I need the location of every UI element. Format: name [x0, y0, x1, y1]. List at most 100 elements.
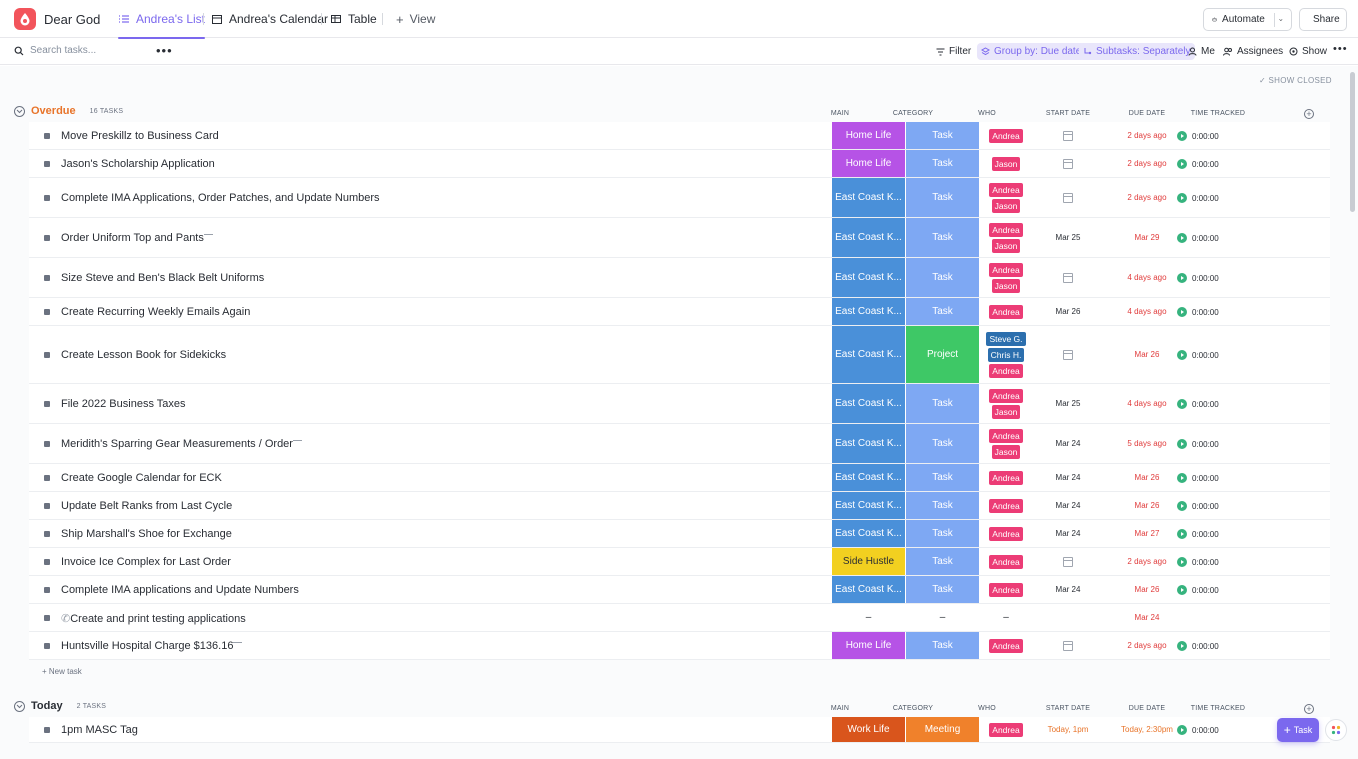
time-tracked[interactable]: 0:00:00	[1177, 641, 1219, 651]
assignee-tag[interactable]: Jason	[991, 198, 1021, 213]
due-date[interactable]: 4 days ago	[1107, 307, 1187, 316]
task-name[interactable]: Size Steve and Ben's Black Belt Uniforms	[61, 272, 264, 284]
subtasks-button[interactable]: Subtasks: Separately	[1079, 43, 1195, 60]
task-name[interactable]: Create Lesson Book for Sidekicks	[61, 349, 226, 361]
tab-andreas-calendar[interactable]: Andrea's Calendar	[211, 0, 328, 38]
category-field-empty[interactable]: –	[906, 612, 979, 623]
due-date[interactable]: 2 days ago	[1107, 131, 1187, 140]
task-status-icon[interactable]	[44, 475, 50, 481]
assignee-cell[interactable]: Andrea	[986, 548, 1026, 575]
assignee-tag[interactable]: Jason	[991, 404, 1021, 419]
assignee-tag[interactable]: Steve G.	[986, 331, 1026, 346]
column-header-time-tracked[interactable]: TIME TRACKED	[1178, 705, 1258, 712]
time-tracked[interactable]: 0:00:00	[1177, 131, 1219, 141]
show-closed-button[interactable]: ✓ SHOW CLOSED	[1259, 76, 1332, 85]
task-name[interactable]: Jason's Scholarship Application	[61, 158, 215, 170]
share-button[interactable]: Share	[1299, 8, 1347, 31]
apps-icon[interactable]	[1325, 719, 1347, 741]
assignee-cell[interactable]: Andrea	[986, 492, 1026, 519]
assignee-tag[interactable]: Andrea	[989, 304, 1023, 319]
assignee-tag[interactable]: Andrea	[989, 262, 1023, 277]
time-tracked[interactable]: 0:00:00	[1177, 233, 1219, 243]
category-field-cell[interactable]: Meeting	[906, 717, 979, 742]
time-tracked[interactable]: 0:00:00	[1177, 557, 1219, 567]
scrollbar[interactable]	[1350, 72, 1355, 212]
time-tracked[interactable]: 0:00:00	[1177, 159, 1219, 169]
assignee-cell[interactable]: Andrea	[986, 520, 1026, 547]
toolbar-more-icon[interactable]: •••	[1333, 43, 1348, 55]
assignee-cell[interactable]: Steve G. Chris H. Andrea	[986, 326, 1026, 383]
task-name[interactable]: Update Belt Ranks from Last Cycle	[61, 500, 232, 512]
main-field-cell[interactable]: East Coast K...	[832, 520, 905, 547]
assignee-empty[interactable]: –	[1003, 612, 1009, 623]
column-header-due-date[interactable]: DUE DATE	[1117, 110, 1177, 117]
column-header-start-date[interactable]: START DATE	[1038, 110, 1098, 117]
assignee-tag[interactable]: Jason	[991, 278, 1021, 293]
assignee-cell[interactable]: Andrea Jason	[986, 218, 1026, 257]
start-date[interactable]: Mar 24	[1038, 529, 1098, 538]
main-field-cell[interactable]: East Coast K...	[832, 424, 905, 463]
time-tracked[interactable]: 0:00:00	[1177, 307, 1219, 317]
workspace-title[interactable]: Dear God	[44, 12, 100, 27]
group-by-button[interactable]: Group by: Due date	[977, 43, 1086, 60]
play-icon[interactable]	[1177, 307, 1187, 317]
calendar-icon[interactable]	[1063, 193, 1073, 203]
add-view-button[interactable]: + View	[396, 0, 435, 38]
main-field-cell[interactable]: Work Life	[832, 717, 905, 742]
play-icon[interactable]	[1177, 439, 1187, 449]
assignee-tag[interactable]: Andrea	[989, 470, 1023, 485]
due-date[interactable]: Mar 24	[1107, 613, 1187, 622]
play-icon[interactable]	[1177, 585, 1187, 595]
due-date[interactable]: 4 days ago	[1107, 399, 1187, 408]
task-status-icon[interactable]	[44, 235, 50, 241]
main-field-cell[interactable]: Home Life	[832, 150, 905, 177]
task-name[interactable]: Huntsville Hospital Charge $136.16	[61, 640, 233, 652]
add-column-icon[interactable]: +	[1304, 704, 1314, 714]
collapse-toggle-icon[interactable]	[14, 105, 25, 117]
task-status-icon[interactable]	[44, 559, 50, 565]
category-field-cell[interactable]: Task	[906, 548, 979, 575]
task-status-icon[interactable]	[44, 503, 50, 509]
task-name[interactable]: ✆Create and print testing applications	[61, 612, 246, 625]
add-task-fab[interactable]: + Task	[1277, 718, 1319, 742]
task-name[interactable]: Complete IMA applications and Update Num…	[61, 584, 299, 596]
time-tracked[interactable]: 0:00:00	[1177, 439, 1219, 449]
task-status-icon[interactable]	[44, 615, 50, 621]
due-date[interactable]: Mar 29	[1107, 233, 1187, 242]
task-status-icon[interactable]	[44, 309, 50, 315]
due-date[interactable]: 5 days ago	[1107, 439, 1187, 448]
time-tracked[interactable]: 0:00:00	[1177, 501, 1219, 511]
time-tracked[interactable]: 0:00:00	[1177, 473, 1219, 483]
column-header-time-tracked[interactable]: TIME TRACKED	[1178, 110, 1258, 117]
due-date[interactable]: Mar 26	[1107, 473, 1187, 482]
assignee-tag[interactable]: Andrea	[989, 128, 1023, 143]
due-date[interactable]: 2 days ago	[1107, 557, 1187, 566]
column-header-category[interactable]: CATEGORY	[883, 110, 943, 117]
assignee-tag[interactable]: Andrea	[989, 722, 1023, 737]
assignee-tag[interactable]: Jason	[991, 444, 1021, 459]
task-name[interactable]: Create Recurring Weekly Emails Again	[61, 306, 250, 318]
category-field-cell[interactable]: Task	[906, 576, 979, 603]
category-field-cell[interactable]: Task	[906, 150, 979, 177]
play-icon[interactable]	[1177, 473, 1187, 483]
assignee-tag[interactable]: Andrea	[989, 582, 1023, 597]
assignee-cell[interactable]: Andrea	[986, 576, 1026, 603]
main-field-cell[interactable]: East Coast K...	[832, 492, 905, 519]
time-tracked[interactable]: 0:00:00	[1177, 350, 1219, 360]
main-field-cell[interactable]: East Coast K...	[832, 384, 905, 423]
task-status-icon[interactable]	[44, 643, 50, 649]
task-status-icon[interactable]	[44, 587, 50, 593]
task-name[interactable]: Complete IMA Applications, Order Patches…	[61, 192, 380, 204]
main-field-cell[interactable]: Home Life	[832, 122, 905, 149]
column-header-main[interactable]: MAIN	[810, 705, 870, 712]
task-name[interactable]: Create Google Calendar for ECK	[61, 472, 222, 484]
assignee-cell[interactable]: Andrea Jason	[986, 384, 1026, 423]
assignee-cell[interactable]: Andrea	[986, 298, 1026, 325]
main-field-cell[interactable]: Home Life	[832, 632, 905, 659]
assignee-cell[interactable]: Andrea Jason	[986, 424, 1026, 463]
time-tracked[interactable]: 0:00:00	[1177, 529, 1219, 539]
time-tracked[interactable]: 0:00:00	[1177, 193, 1219, 203]
calendar-icon[interactable]	[1063, 350, 1073, 360]
play-icon[interactable]	[1177, 233, 1187, 243]
new-task-button[interactable]: + New task	[42, 667, 82, 676]
